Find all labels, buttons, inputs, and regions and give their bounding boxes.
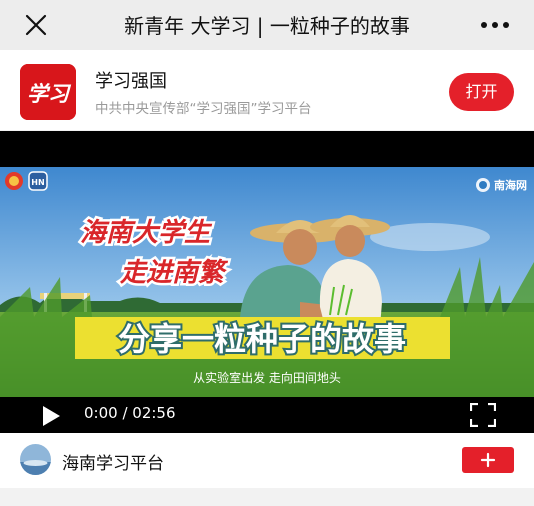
page-title: 新青年 大学习 | 一粒种子的故事 — [124, 14, 410, 38]
open-app-button[interactable]: 打开 — [449, 73, 514, 111]
app-name: 学习强国 — [95, 71, 167, 92]
avatar[interactable] — [20, 444, 51, 475]
video-subtitle: 从实验室出发 走向田间地头 — [193, 370, 341, 385]
nav-bar: 新青年 大学习 | 一粒种子的故事 — [0, 0, 534, 50]
app-logo-text: 学习 — [27, 81, 72, 106]
account-name[interactable]: 海南学习平台 — [62, 449, 164, 474]
video-time: 0:00 / 02:56 — [84, 404, 176, 422]
video-title-line1: 海南大学生 — [80, 218, 213, 248]
video-controls: 0:00 / 02:56 — [0, 397, 534, 433]
play-icon[interactable] — [41, 405, 61, 427]
account-bar: 海南学习平台 — [0, 433, 534, 488]
video-headline: 分享一粒种子的故事 — [118, 320, 406, 358]
video-player[interactable]: HN 南海网 海南大学生 走进南繁 分享一粒种子的故事 从实验室出发 走向田间地… — [0, 131, 534, 433]
video-title-line2: 走进南繁 — [119, 258, 229, 288]
close-icon[interactable] — [24, 13, 48, 37]
more-dots-icon[interactable] — [478, 12, 512, 38]
video-watermark: 南海网 — [494, 178, 527, 192]
fullscreen-icon[interactable] — [469, 402, 497, 428]
plus-icon — [480, 452, 496, 468]
app-logo: 学习 — [20, 64, 76, 120]
svg-text:HN: HN — [31, 178, 44, 187]
app-description: 中共中央宣传部“学习强国”学习平台 — [95, 101, 312, 117]
video-frame[interactable]: HN 南海网 海南大学生 走进南繁 分享一粒种子的故事 从实验室出发 走向田间地… — [0, 167, 534, 397]
follow-button[interactable] — [462, 447, 514, 473]
